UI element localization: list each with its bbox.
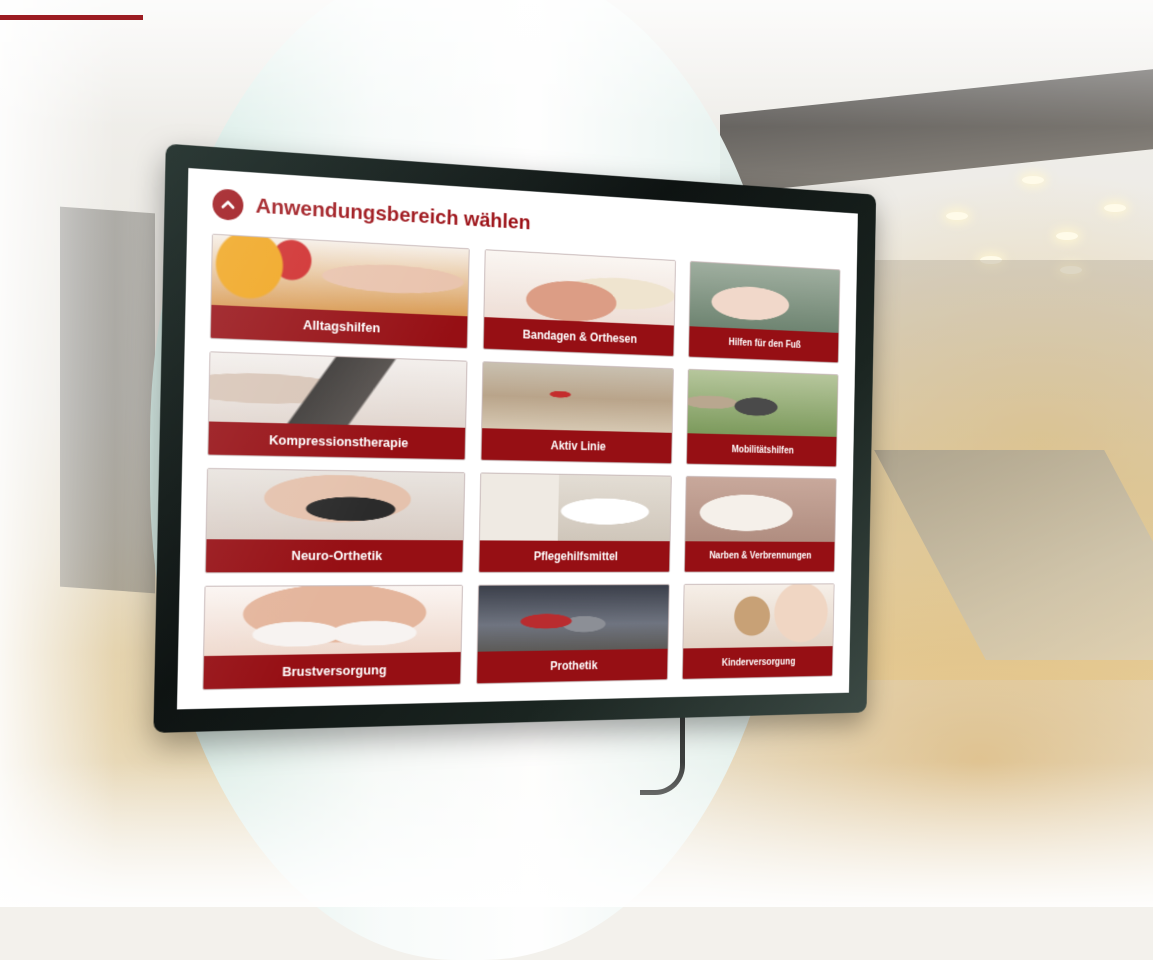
kiosk-screen: Anwendungsbereich wählen Alltagshilfen B… [176, 168, 858, 710]
ceiling-light [946, 212, 968, 220]
tile-narben-verbrennungen[interactable]: Narben & Verbrennungen [684, 475, 837, 573]
tile-image [481, 361, 674, 434]
tile-label: Kompressionstherapie [208, 421, 465, 460]
tile-pflegehilfsmittel[interactable]: Pflegehilfsmittel [478, 472, 673, 573]
kiosk-monitor: Anwendungsbereich wählen Alltagshilfen B… [153, 143, 877, 733]
tile-label: Brustversorgung [203, 652, 461, 690]
tile-label: Prothetik [476, 648, 668, 684]
tile-image [211, 234, 469, 316]
tile-label: Neuro-Orthetik [205, 538, 463, 572]
tile-label: Narben & Verbrennungen [685, 540, 835, 572]
ceiling-light [1022, 176, 1044, 184]
collapse-button[interactable] [212, 188, 244, 222]
tile-kompressionstherapie[interactable]: Kompressionstherapie [207, 350, 468, 461]
page-title: Anwendungsbereich wählen [255, 194, 531, 235]
tile-kinderversorgung[interactable]: Kinderversorgung [682, 582, 835, 680]
tile-label: Aktiv Linie [481, 428, 673, 464]
tile-image [479, 473, 672, 541]
tile-image [204, 585, 462, 657]
tile-label: Pflegehilfsmittel [479, 540, 670, 572]
tile-bandagen-orthesen[interactable]: Bandagen & Orthesen [482, 249, 677, 357]
tile-aktiv-linie[interactable]: Aktiv Linie [480, 360, 675, 465]
tile-image [206, 468, 465, 540]
accent-line [0, 15, 143, 20]
tile-neuro-orthetik[interactable]: Neuro-Orthetik [204, 467, 465, 573]
tile-image [685, 476, 836, 542]
tile-brustversorgung[interactable]: Brustversorgung [202, 584, 463, 691]
tile-image [687, 369, 838, 438]
tile-image [484, 250, 676, 326]
tile-label: Kinderversorgung [683, 646, 833, 679]
tile-hilfen-fuer-den-fuss[interactable]: Hilfen für den Fuß [688, 260, 841, 363]
side-panel [60, 206, 155, 594]
tile-prothetik[interactable]: Prothetik [475, 583, 671, 685]
tile-mobilitaetshilfen[interactable]: Mobilitätshilfen [686, 368, 839, 468]
tile-image [689, 261, 840, 333]
category-grid: Alltagshilfen Bandagen & Orthesen Hilfen… [202, 233, 841, 691]
screen-header: Anwendungsbereich wählen [212, 188, 531, 238]
ceiling-light [1104, 204, 1126, 212]
tile-label: Mobilitätshilfen [687, 433, 837, 467]
tile-image [209, 351, 467, 428]
tile-image [477, 584, 670, 652]
tile-image [683, 583, 834, 649]
tile-alltagshilfen[interactable]: Alltagshilfen [209, 233, 470, 349]
ceiling-light [1056, 232, 1078, 240]
chevron-up-icon [220, 196, 237, 213]
